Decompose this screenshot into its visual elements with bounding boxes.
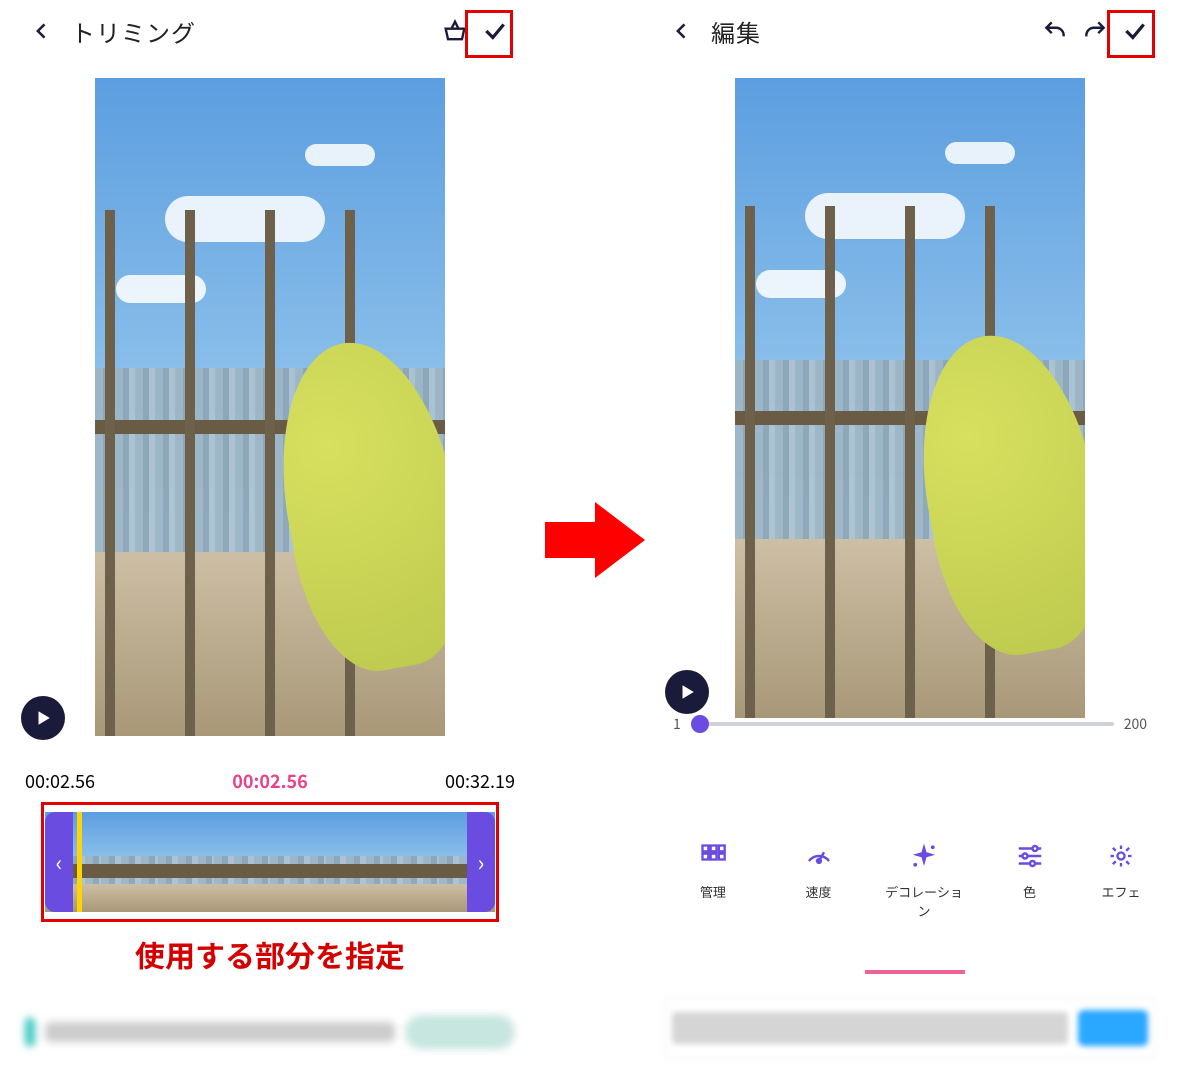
tool-decoration[interactable]: デコレーション [880, 836, 968, 920]
confirm-check-icon[interactable] [475, 11, 515, 51]
frame-slider-row: 1 200 [673, 714, 1147, 734]
gauge-icon [775, 836, 863, 876]
annotation-caption: 使用する部分を指定 [15, 932, 525, 976]
grid-icon [669, 836, 757, 876]
back-icon[interactable] [665, 14, 699, 48]
back-icon[interactable] [25, 14, 59, 48]
time-row: 00:02.56 00:02.56 00:32.19 [25, 768, 515, 794]
redo-icon[interactable] [1075, 11, 1115, 51]
play-button[interactable] [665, 670, 709, 714]
screen-trimming: トリミング 00:02.56 00:02.56 00:32.19 [15, 0, 525, 1070]
frame-slider[interactable] [691, 722, 1114, 726]
video-preview [95, 78, 445, 736]
tool-label: 色 [986, 882, 1074, 901]
tool-label: デコレーション [880, 882, 968, 920]
trim-handle-left[interactable]: ‹ [45, 812, 73, 912]
sparkle-icon [880, 836, 968, 876]
slider-handle[interactable] [691, 715, 709, 733]
page-title: 編集 [711, 14, 761, 49]
screen-edit: 編集 1 200 [655, 0, 1165, 1070]
tool-speed[interactable]: 速度 [775, 836, 863, 920]
effect-icon [1091, 836, 1151, 876]
time-end: 00:32.19 [445, 768, 515, 794]
ad-banner[interactable] [665, 998, 1155, 1058]
sliders-icon [986, 836, 1074, 876]
play-button[interactable] [21, 696, 65, 740]
trim-playhead[interactable] [77, 812, 82, 912]
confirm-check-icon[interactable] [1115, 11, 1155, 51]
tab-indicator [865, 970, 965, 974]
undo-icon[interactable] [1035, 11, 1075, 51]
video-preview [735, 78, 1085, 718]
tool-row: 管理 速度 デコレーション 色 エフェ [655, 836, 1165, 920]
slider-min: 1 [673, 714, 681, 734]
tool-label: 速度 [775, 882, 863, 901]
tool-label: エフェ [1091, 882, 1151, 901]
header: トリミング [15, 0, 525, 62]
trim-strip[interactable]: ‹ › [41, 802, 499, 922]
tool-manage[interactable]: 管理 [669, 836, 757, 920]
basket-icon[interactable] [435, 11, 475, 51]
trim-handle-right[interactable]: › [467, 812, 495, 912]
tool-color[interactable]: 色 [986, 836, 1074, 920]
time-current: 00:02.56 [232, 768, 307, 794]
time-start: 00:02.56 [25, 768, 95, 794]
tool-label: 管理 [669, 882, 757, 901]
page-title: トリミング [71, 14, 196, 49]
slider-max: 200 [1124, 714, 1147, 734]
header: 編集 [655, 0, 1165, 62]
ad-banner[interactable] [25, 1006, 515, 1058]
arrow-icon [545, 500, 645, 580]
tool-effect[interactable]: エフェ [1091, 836, 1151, 920]
